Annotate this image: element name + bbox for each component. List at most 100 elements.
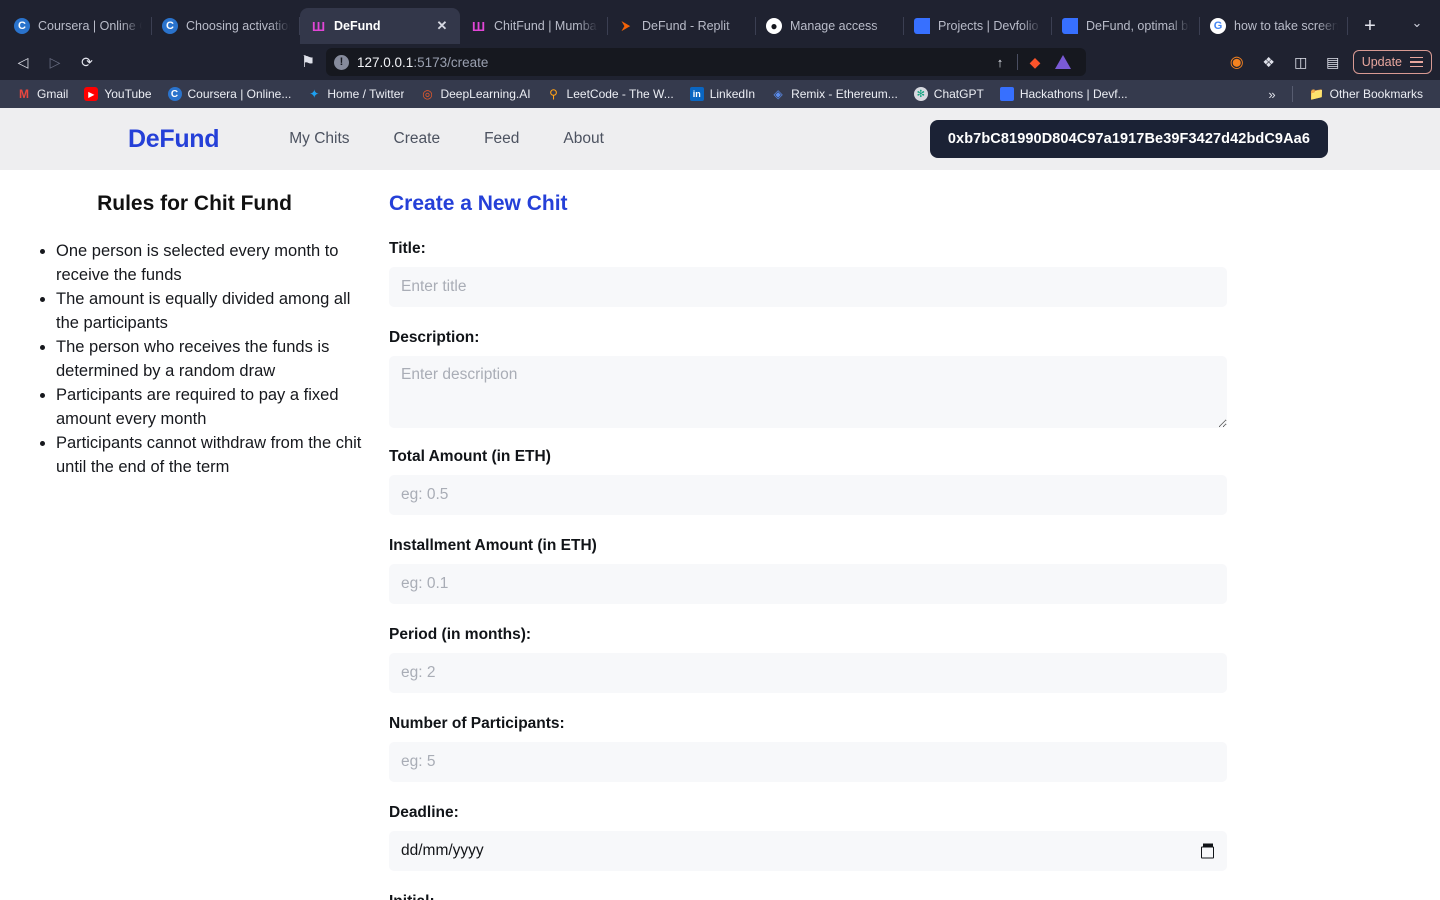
url-text: 127.0.0.1:5173/create (357, 55, 488, 70)
menu-icon[interactable] (1410, 56, 1423, 68)
field-label-initial: Initial: (389, 893, 1227, 900)
browser-tab[interactable]: G how to take screen (1200, 8, 1348, 44)
field-label-period: Period (in months): (389, 626, 532, 643)
total-amount-input[interactable] (389, 475, 1227, 515)
field-period: Period (in months): (389, 626, 1227, 693)
title-input[interactable] (389, 267, 1227, 307)
nav-link-feed[interactable]: Feed (462, 130, 541, 148)
site-navbar: DeFund My Chits Create Feed About 0xb7bC… (0, 108, 1440, 170)
browser-tab[interactable]: ⮞ DeFund - Replit (608, 8, 756, 44)
nav-link-create[interactable]: Create (372, 130, 463, 148)
bookmark-item[interactable]: ⚲ LeetCode - The W... (540, 84, 681, 104)
site-logo[interactable]: DeFund (128, 125, 220, 154)
field-title: Title: (389, 240, 1227, 307)
field-label-installment-amount: Installment Amount (in ETH) (389, 537, 597, 554)
browser-tab[interactable]: Ш ChitFund | Mumbai (460, 8, 608, 44)
page-content: DeFund My Chits Create Feed About 0xb7bC… (0, 108, 1440, 900)
vite-favicon-icon: Ш (311, 18, 325, 34)
field-label-total-amount: Total Amount (in ETH) (389, 448, 551, 465)
bookmark-item[interactable]: ◈ Remix - Ethereum... (764, 84, 905, 104)
rules-panel: Rules for Chit Fund One person is select… (0, 192, 389, 900)
bookmark-item[interactable]: ◎ DeepLearning.AI (413, 84, 537, 104)
omnibox-actions: ↑ ◆ (989, 51, 1078, 73)
field-total-amount: Total Amount (in ETH) (389, 448, 1227, 515)
url-host: 127.0.0.1 (357, 54, 414, 70)
list-item: One person is selected every month to re… (56, 239, 365, 287)
extensions-icon[interactable]: ❖ (1257, 50, 1281, 74)
bookmark-item[interactable]: C Coursera | Online... (161, 84, 299, 104)
other-bookmarks-label: Other Bookmarks (1329, 87, 1423, 101)
address-bar[interactable]: ! 127.0.0.1:5173/create ↑ ◆ (326, 48, 1086, 76)
reload-icon[interactable]: ⟳ (72, 48, 102, 76)
wallet-address-button[interactable]: 0xb7bC81990D804C97a1917Be39F3427d42bdC9A… (929, 120, 1328, 158)
gmail-favicon-icon: M (19, 87, 29, 101)
wallet-icon[interactable]: ▤ (1321, 50, 1345, 74)
linkedin-favicon-icon: in (689, 87, 704, 101)
bookmark-item[interactable]: ✻ ChatGPT (907, 84, 991, 104)
field-label-description: Description: (389, 329, 480, 346)
bookmark-label: Hackathons | Devf... (1019, 87, 1128, 101)
browser-tab-active[interactable]: Ш DeFund ✕ (300, 8, 460, 44)
field-deadline: Deadline: (389, 804, 1227, 871)
period-input[interactable] (389, 653, 1227, 693)
bookmark-item[interactable]: ✦ Home / Twitter (300, 84, 411, 104)
tab-search-icon[interactable]: ⌄ (1402, 8, 1432, 38)
devfolio-favicon-icon (999, 87, 1014, 101)
page-title: Create a New Chit (389, 192, 568, 215)
deadline-input[interactable] (389, 831, 1227, 871)
bookmark-label: Gmail (37, 87, 69, 101)
tab-title: Coursera | Online C (38, 19, 142, 33)
metamask-icon[interactable]: ◉ (1225, 50, 1249, 74)
brave-shields-icon[interactable]: ◆ (1024, 51, 1046, 73)
remix-favicon-icon: ◈ (773, 87, 783, 101)
github-favicon-icon: ● (766, 18, 782, 34)
twitter-favicon-icon: ✦ (309, 87, 320, 101)
new-tab-button[interactable]: + (1354, 10, 1386, 42)
browser-tab[interactable]: Projects | Devfolio (904, 8, 1052, 44)
other-bookmarks-button[interactable]: 📁 Other Bookmarks (1303, 84, 1430, 104)
bookmark-label: LinkedIn (709, 87, 756, 101)
browser-tab[interactable]: DeFund, optimal bl (1052, 8, 1200, 44)
bookmark-item[interactable]: ▶ YouTube (77, 84, 158, 104)
site-info-icon[interactable]: ! (334, 54, 349, 70)
installment-amount-input[interactable] (389, 564, 1227, 604)
bookmark-item[interactable]: M Gmail (10, 84, 75, 104)
tab-title: DeFund - Replit (642, 19, 730, 33)
update-button[interactable]: Update (1352, 50, 1432, 74)
bookmark-icon[interactable]: ⚑ (294, 49, 322, 75)
field-initial: Initial: (389, 893, 1227, 900)
description-textarea[interactable] (389, 356, 1227, 428)
field-installment-amount: Installment Amount (in ETH) (389, 537, 1227, 604)
coursera-favicon-icon: C (167, 87, 182, 101)
brave-rewards-icon[interactable] (1052, 51, 1074, 73)
update-button-label: Update (1361, 55, 1402, 69)
close-icon[interactable]: ✕ (434, 18, 450, 34)
sidebar-icon[interactable]: ◫ (1289, 50, 1313, 74)
bookmark-item[interactable]: in LinkedIn (683, 84, 762, 104)
browser-tab[interactable]: C Coursera | Online C (4, 8, 152, 44)
tab-title: Choosing activation (186, 19, 290, 33)
field-description: Description: (389, 329, 1227, 428)
nav-link-my-chits[interactable]: My Chits (267, 130, 371, 148)
url-path: :5173/create (413, 54, 489, 70)
nav-link-about[interactable]: About (541, 130, 626, 148)
bookmarks-bar: M Gmail ▶ YouTube C Coursera | Online... ✦ H… (0, 80, 1440, 108)
google-favicon-icon: G (1210, 18, 1226, 34)
field-label-title: Title: (389, 240, 426, 257)
field-label-participants: Number of Participants: (389, 715, 565, 732)
browser-tab[interactable]: C Choosing activation (152, 8, 300, 44)
participants-input[interactable] (389, 742, 1227, 782)
browser-tab[interactable]: ● Manage access (756, 8, 904, 44)
bookmark-item[interactable]: Hackathons | Devf... (993, 84, 1135, 104)
list-item: Participants cannot withdraw from the ch… (56, 431, 365, 479)
share-icon[interactable]: ↑ (989, 51, 1011, 73)
devfolio-favicon-icon (1062, 18, 1078, 34)
bookmark-label: Remix - Ethereum... (791, 87, 898, 101)
bookmarks-overflow-icon[interactable]: » (1262, 87, 1281, 102)
list-item: The person who receives the funds is det… (56, 335, 365, 383)
forward-icon[interactable]: ▷ (40, 48, 70, 76)
browser-window: C Coursera | Online C C Choosing activat… (0, 0, 1440, 108)
divider (1291, 86, 1293, 102)
vite-favicon-icon: Ш (471, 18, 485, 34)
back-icon[interactable]: ◁ (8, 48, 38, 76)
